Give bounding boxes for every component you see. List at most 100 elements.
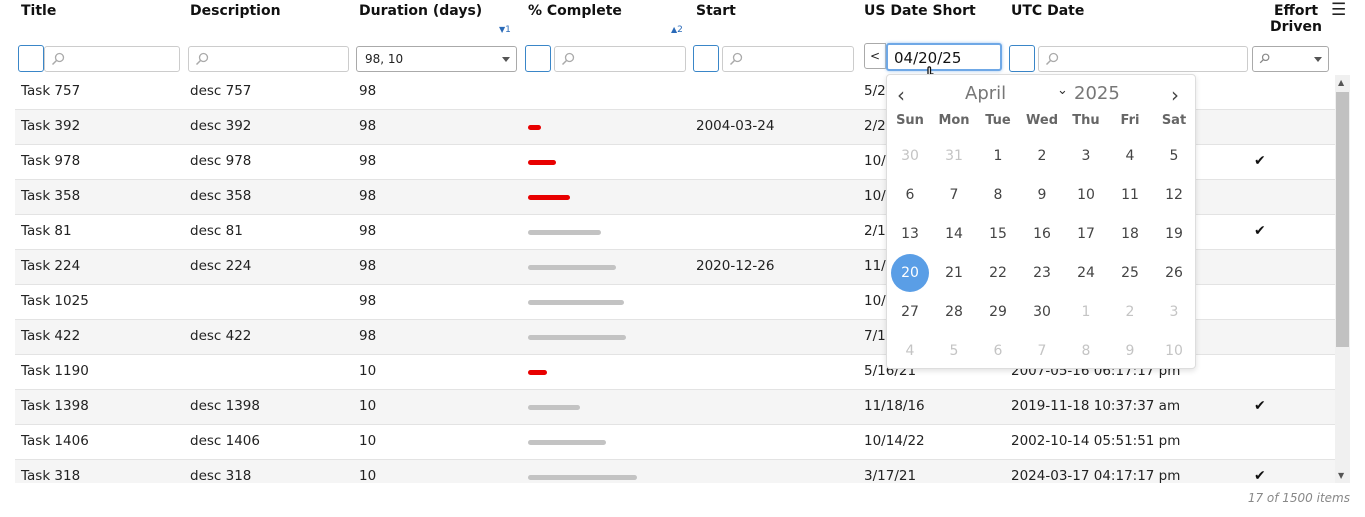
calendar-day[interactable]: 17 bbox=[1064, 215, 1108, 254]
calendar-day-selected[interactable]: 20 bbox=[888, 254, 932, 293]
calendar-day[interactable]: 29 bbox=[976, 293, 1020, 332]
calendar-day[interactable]: 8 bbox=[976, 176, 1020, 215]
filter-start-input[interactable] bbox=[722, 46, 854, 72]
cell-duration: 10 bbox=[359, 433, 377, 449]
calendar-day[interactable]: 15 bbox=[976, 215, 1020, 254]
calendar-day[interactable]: 24 bbox=[1064, 254, 1108, 293]
filter-effort-select[interactable] bbox=[1252, 46, 1329, 72]
cell-duration: 98 bbox=[359, 83, 377, 99]
calendar-day[interactable]: 10 bbox=[1064, 176, 1108, 215]
vertical-scrollbar[interactable]: ▲ ▼ bbox=[1335, 75, 1350, 483]
cell-utc-date: 2002-10-14 05:51:51 pm bbox=[1011, 433, 1181, 449]
calendar-day[interactable]: 9 bbox=[1020, 176, 1064, 215]
calendar-day[interactable]: 1 bbox=[1064, 293, 1108, 332]
table-row[interactable]: Task 1398 desc 1398 10 11/18/16 2019-11-18 1… bbox=[15, 390, 1335, 425]
calendar-day[interactable]: 5 bbox=[1152, 137, 1196, 176]
filter-percent-operator[interactable] bbox=[525, 45, 551, 72]
percent-complete-bar bbox=[528, 230, 601, 235]
calendar-day-label: 2 bbox=[1125, 304, 1135, 320]
percent-complete-bar bbox=[528, 160, 556, 165]
picker-month[interactable]: April bbox=[965, 83, 1006, 104]
filter-date-input[interactable]: 04/20/25 bbox=[886, 43, 1002, 71]
calendar-day[interactable]: 16 bbox=[1020, 215, 1064, 254]
calendar-day[interactable]: 28 bbox=[932, 293, 976, 332]
header-start[interactable]: Start bbox=[690, 0, 858, 40]
weekday-header: Mon bbox=[938, 113, 970, 128]
calendar-day-label: 18 bbox=[1121, 226, 1139, 242]
calendar-day[interactable]: 25 bbox=[1108, 254, 1152, 293]
calendar-day[interactable]: 3 bbox=[1152, 293, 1196, 332]
calendar-day-label: 2 bbox=[1037, 148, 1047, 164]
calendar-day[interactable]: 30 bbox=[1020, 293, 1064, 332]
header-effort-driven[interactable]: Effort Driven bbox=[1251, 0, 1341, 40]
calendar-day[interactable]: 23 bbox=[1020, 254, 1064, 293]
calendar-day[interactable]: 30 bbox=[888, 137, 932, 176]
calendar-day[interactable]: 26 bbox=[1152, 254, 1196, 293]
calendar-day[interactable]: 14 bbox=[932, 215, 976, 254]
calendar-day-label: 25 bbox=[1121, 265, 1139, 281]
table-row[interactable]: Task 318 desc 318 10 3/17/21 2024-03-17 04:1… bbox=[15, 460, 1335, 483]
chevron-down-icon bbox=[1314, 57, 1322, 62]
calendar-day[interactable]: 8 bbox=[1064, 332, 1108, 371]
scroll-up-icon[interactable]: ▲ bbox=[1338, 78, 1344, 87]
filter-percent-input[interactable] bbox=[554, 46, 686, 72]
calendar-day[interactable]: 9 bbox=[1108, 332, 1152, 371]
header-utc-date[interactable]: UTC Date bbox=[1005, 0, 1251, 40]
calendar-day[interactable]: 7 bbox=[932, 176, 976, 215]
calendar-day[interactable]: 6 bbox=[888, 176, 932, 215]
filter-title-input[interactable] bbox=[44, 46, 180, 72]
header-us-date-short[interactable]: US Date Short bbox=[858, 0, 1005, 40]
percent-complete-bar bbox=[528, 475, 637, 480]
prev-month-chevron-left-icon[interactable]: ‹ bbox=[897, 83, 905, 107]
header-start-label: Start bbox=[696, 3, 736, 19]
calendar-day[interactable]: 1 bbox=[976, 137, 1020, 176]
header-us-date-label: US Date Short bbox=[864, 3, 976, 19]
calendar-day[interactable]: 31 bbox=[932, 137, 976, 176]
header-title[interactable]: Title bbox=[15, 0, 184, 40]
filter-duration-select[interactable]: 98, 10 bbox=[356, 46, 517, 72]
grid-header: Title Description Duration (days) ▼1 % C… bbox=[15, 0, 1350, 40]
grid-menu-hamburger-icon[interactable]: ☰ bbox=[1331, 0, 1346, 20]
calendar-day[interactable]: 2 bbox=[1020, 137, 1064, 176]
filter-utc-operator[interactable] bbox=[1009, 45, 1035, 72]
filter-start-operator[interactable] bbox=[693, 45, 719, 72]
weekday-header: Wed bbox=[1026, 113, 1058, 128]
calendar-day[interactable]: 12 bbox=[1152, 176, 1196, 215]
scroll-down-icon[interactable]: ▼ bbox=[1338, 471, 1344, 480]
filter-date-operator[interactable]: < bbox=[864, 43, 886, 69]
filter-duration: 98, 10 bbox=[353, 43, 522, 72]
cell-start: 2020-12-26 bbox=[696, 258, 775, 274]
picker-year[interactable]: 2025 bbox=[1074, 83, 1120, 104]
date-picker: ‹ April ⌄ 2025 › Sun Mon Tue Wed Thu Fri Sat 30… bbox=[886, 74, 1196, 369]
calendar-day[interactable]: 27 bbox=[888, 293, 932, 332]
calendar-day[interactable]: 22 bbox=[976, 254, 1020, 293]
header-description[interactable]: Description bbox=[184, 0, 353, 40]
next-month-chevron-right-icon[interactable]: › bbox=[1171, 83, 1179, 107]
calendar-day[interactable]: 11 bbox=[1108, 176, 1152, 215]
calendar-day[interactable]: 4 bbox=[1108, 137, 1152, 176]
month-chevron-down-icon[interactable]: ⌄ bbox=[1057, 83, 1068, 98]
header-percent-complete[interactable]: % Complete ▲2 bbox=[522, 0, 690, 40]
calendar-day[interactable]: 4 bbox=[888, 332, 932, 371]
filter-description-input[interactable] bbox=[188, 46, 349, 72]
sort-order-percent: 2 bbox=[677, 25, 683, 35]
scrollbar-thumb[interactable] bbox=[1336, 92, 1349, 347]
calendar-day[interactable]: 19 bbox=[1152, 215, 1196, 254]
calendar-day[interactable]: 21 bbox=[932, 254, 976, 293]
filter-title-operator[interactable] bbox=[18, 45, 44, 72]
calendar-day-label: 3 bbox=[1081, 148, 1091, 164]
calendar-day[interactable]: 7 bbox=[1020, 332, 1064, 371]
calendar-day[interactable]: 13 bbox=[888, 215, 932, 254]
percent-complete-bar bbox=[528, 335, 626, 340]
calendar-day[interactable]: 5 bbox=[932, 332, 976, 371]
calendar-day[interactable]: 6 bbox=[976, 332, 1020, 371]
percent-complete-bar bbox=[528, 405, 580, 410]
table-row[interactable]: Task 1406 desc 1406 10 10/14/22 2002-10-14 0… bbox=[15, 425, 1335, 460]
calendar-day-label: 17 bbox=[1077, 226, 1095, 242]
filter-utc-input[interactable] bbox=[1038, 46, 1248, 72]
header-duration[interactable]: Duration (days) ▼1 bbox=[353, 0, 522, 40]
calendar-day[interactable]: 10 bbox=[1152, 332, 1196, 371]
calendar-day[interactable]: 18 bbox=[1108, 215, 1152, 254]
calendar-day[interactable]: 2 bbox=[1108, 293, 1152, 332]
calendar-day[interactable]: 3 bbox=[1064, 137, 1108, 176]
